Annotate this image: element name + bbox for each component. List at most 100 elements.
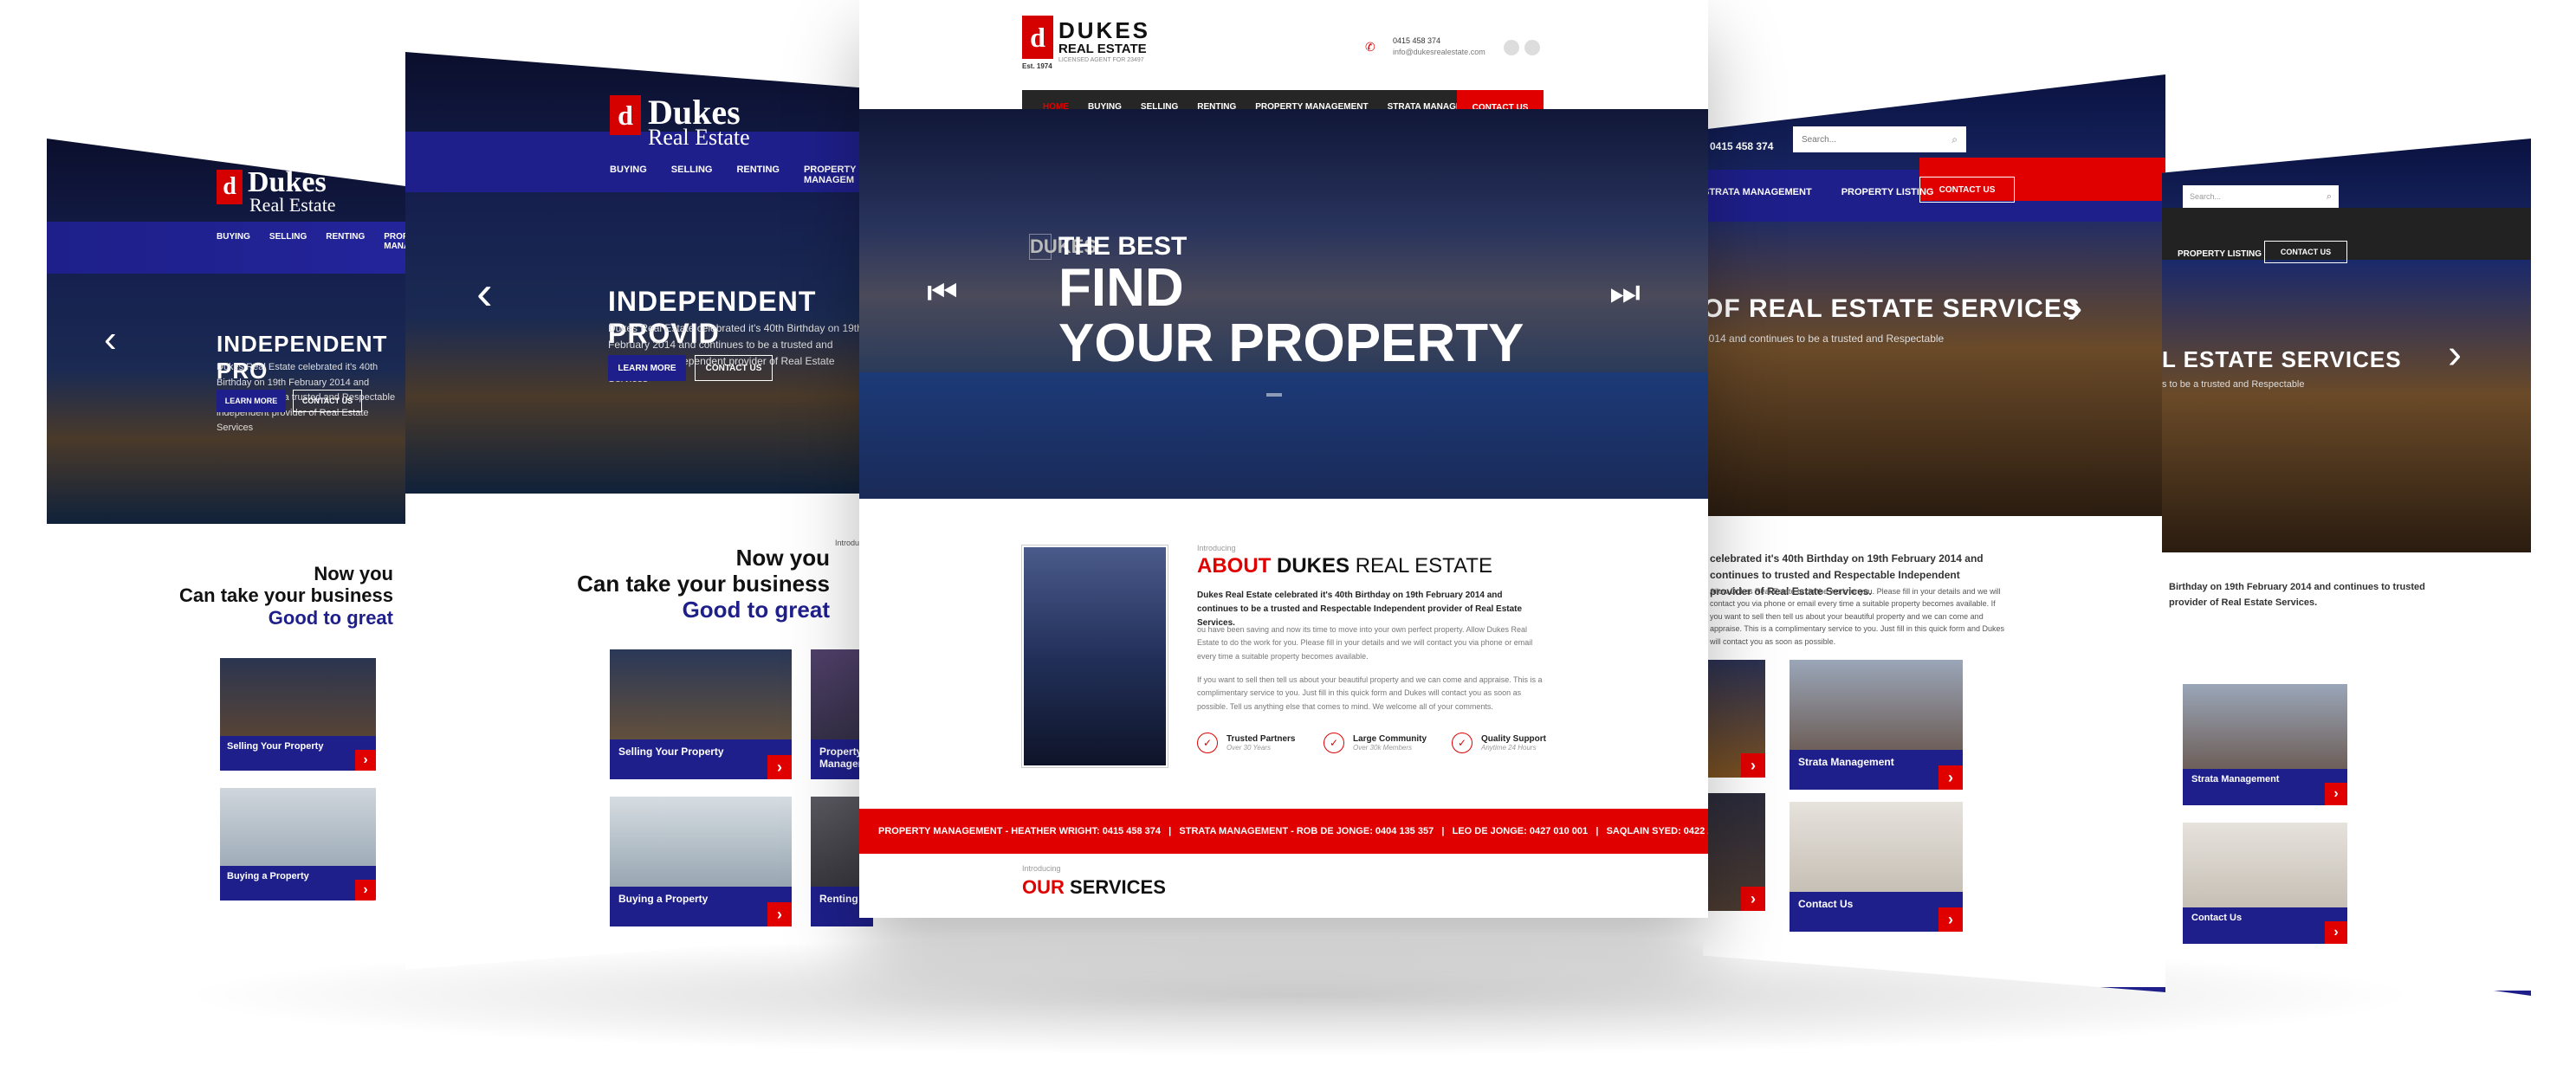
about-title-bold: DUKES (1277, 554, 1350, 578)
chevron-right-icon[interactable]: › (2325, 921, 2347, 944)
chevron-left-icon[interactable]: ⏮ (927, 275, 958, 310)
search-icon[interactable]: ⌕ (1951, 133, 1958, 146)
tile-caption: Contact Us (1790, 892, 1963, 932)
tile-left-crop[interactable]: › (1703, 660, 1765, 778)
hero-copy: s to be a trusted and Respectable (2162, 379, 2305, 390)
tile-caption: Buying a Property (610, 887, 792, 926)
tile-caption: Strata Management (2183, 769, 2347, 805)
chevron-right-icon[interactable]: › (2067, 282, 2083, 331)
tile-buying[interactable]: Buying a Property › (610, 797, 792, 926)
about-para-1: ou have been saving and now its time to … (1197, 625, 1533, 661)
feature-sub: Over 30 Years (1227, 744, 1271, 752)
nav-renting[interactable]: RENTING (326, 232, 365, 251)
header-phone: 0415 458 374 (1393, 36, 1441, 45)
contact-us-button[interactable]: CONTACT US (2264, 241, 2347, 263)
header-email: info@dukesrealestate.com (1393, 48, 1485, 56)
nav-strata[interactable]: STRATA MANAGEMENT (1703, 187, 1812, 197)
hero-copy: 2014 and continues to be a trusted and R… (1703, 332, 1945, 345)
tile-caption: Contact Us (2183, 907, 2347, 944)
logo-name-2: Real Estate (648, 125, 750, 150)
logo-name-2: Real Estate (249, 194, 336, 216)
chevron-right-icon[interactable]: › (1741, 887, 1765, 911)
nav-selling[interactable]: SELLING (671, 165, 713, 185)
logo-name-2: REAL ESTATE (1058, 42, 1147, 56)
nav-renting[interactable]: RENTING (736, 165, 780, 185)
tagline-line-2: Can take your business (577, 570, 830, 597)
learn-more-button[interactable]: LEARN MORE (217, 390, 286, 412)
tile-contact[interactable]: Contact Us › (1790, 802, 1963, 932)
nav-selling[interactable]: SELLING (269, 232, 307, 251)
logo-name: DUKES (1058, 17, 1151, 43)
check-circle-icon: ✓ (1452, 733, 1472, 753)
feature-title: Quality Support (1481, 734, 1546, 744)
about-title-light: REAL ESTATE (1355, 554, 1492, 578)
nav-listing[interactable]: PROPERTY LISTING (2178, 249, 2262, 259)
feature-trusted: ✓ Trusted Partners Over 30 Years (1197, 733, 1295, 753)
chevron-left-icon[interactable]: ‹ (476, 268, 493, 317)
chevron-left-icon[interactable]: ‹ (104, 320, 117, 358)
phone-icon: ✆ (1365, 40, 1375, 54)
logo-mark: d (610, 95, 641, 135)
search-box[interactable]: Search... ⌕ (2183, 185, 2339, 208)
chevron-right-icon[interactable]: › (767, 755, 792, 779)
social-icon-1[interactable] (1504, 40, 1519, 55)
contact-us-button[interactable]: CONTACT US (695, 355, 773, 381)
chevron-right-icon[interactable]: › (1938, 765, 1963, 790)
search-box[interactable]: ⌕ (1793, 126, 1966, 152)
search-placeholder: Search... (2190, 192, 2222, 201)
chevron-right-icon[interactable]: ⏭ (1609, 275, 1641, 310)
mockup-left: d Dukes Real Estate BUYING SELLING RENTI… (405, 52, 873, 970)
about-introducing: Introducing (1197, 544, 1236, 552)
nav-buying[interactable]: BUYING (610, 165, 647, 185)
tile-selling[interactable]: Selling Your Property › (610, 649, 792, 779)
slider-dots[interactable] (1266, 393, 1282, 397)
services-title: OUR SERVICES (1022, 876, 1166, 899)
nav-buying[interactable]: BUYING (217, 232, 250, 251)
chevron-right-icon[interactable]: › (2448, 334, 2462, 376)
hero-heading: OF REAL ESTATE SERVICES (1703, 294, 2081, 323)
tagline-line-3: Good to great (268, 606, 393, 629)
logo-mark: d (1022, 16, 1053, 59)
tagline: Now you Can take your business Good to g… (116, 563, 393, 629)
about-lead: Birthday on 19th February 2014 and conti… (2169, 582, 2425, 608)
hero-vertical-word: DUKES (1029, 234, 1097, 260)
search-input[interactable] (1802, 134, 1932, 145)
tile-buying[interactable]: Buying a Property › (220, 788, 376, 901)
pool (859, 372, 1708, 499)
tile-strata[interactable]: Strata Management › (2183, 684, 2347, 805)
contact-ticker: PROPERTY MANAGEMENT - HEATHER WRIGHT: 04… (859, 809, 1708, 854)
tagline-line-2: Can take your business (179, 584, 393, 607)
chevron-right-icon[interactable]: › (767, 902, 792, 926)
chevron-right-icon[interactable]: › (1938, 907, 1963, 932)
learn-more-button[interactable]: LEARN MORE (608, 355, 686, 381)
feature-community: ✓ Large Community Over 30k Members (1324, 733, 1427, 753)
tile-left-crop-2[interactable]: › (1703, 793, 1765, 911)
hero-heading: L ESTATE SERVICES (2162, 346, 2402, 372)
contact-us-button[interactable]: CONTACT US (293, 390, 362, 412)
search-icon[interactable]: ⌕ (2327, 191, 2332, 203)
logo-license: LICENSED AGENT FOR 23497 (1058, 57, 1144, 63)
social-icon-2[interactable] (1524, 40, 1540, 55)
hero-line-1: THE BEST (1058, 232, 1188, 261)
hero-line-3: YOUR PROPERTY (1058, 313, 1524, 373)
services-introducing: Introducing (1022, 864, 1061, 873)
tile-contact[interactable]: Contact Us › (2183, 823, 2347, 944)
tile-selling[interactable]: Selling Your Property › (220, 658, 376, 771)
tile-caption: Buying a Property (220, 866, 376, 901)
tagline-line-1: Now you (314, 563, 393, 584)
mockup-center: d DUKES REAL ESTATE LICENSED AGENT FOR 2… (859, 0, 1708, 918)
feature-sub: Anytime 24 Hours (1481, 744, 1537, 752)
primary-nav: BUYING SELLING RENTING PROPERTY MANAGEM (610, 165, 873, 185)
contact-us-button[interactable]: CONTACT US (1919, 177, 2015, 203)
about-image (1021, 545, 1168, 768)
services-title-red: OUR (1022, 876, 1065, 898)
feature-sub: Over 30k Members (1353, 744, 1413, 752)
mockup-far-left: d Dukes Real Estate BUYING SELLING RENTI… (47, 139, 411, 944)
chevron-right-icon[interactable]: › (355, 880, 376, 901)
secondary-nav: STRATA MANAGEMENT PROPERTY LISTING (1703, 187, 1933, 197)
chevron-right-icon[interactable]: › (2325, 783, 2347, 805)
chevron-right-icon[interactable]: › (355, 750, 376, 771)
mockup-stage: d Dukes Real Estate BUYING SELLING RENTI… (0, 0, 2576, 1091)
tile-strata[interactable]: Strata Management › (1790, 660, 1963, 790)
chevron-right-icon[interactable]: › (1741, 753, 1765, 778)
